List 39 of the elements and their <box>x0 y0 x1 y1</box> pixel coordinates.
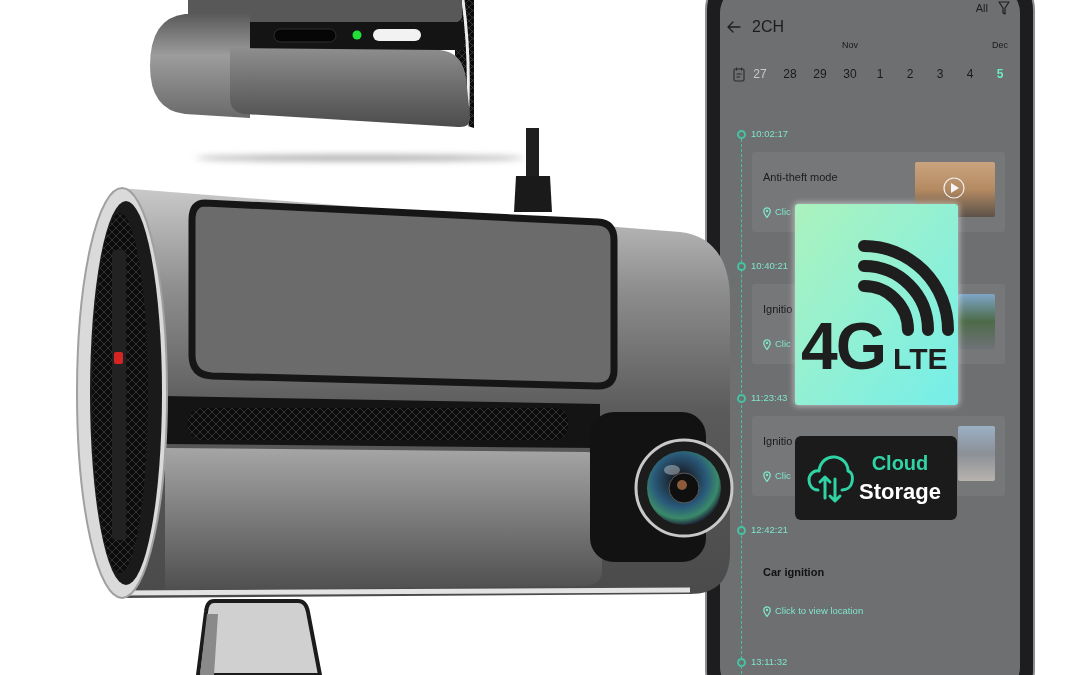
date-item[interactable]: 1 <box>875 68 885 80</box>
calendar-icon[interactable] <box>733 66 745 82</box>
date-item[interactable]: 30 <box>842 68 858 80</box>
thumbnail-placeholder[interactable] <box>958 294 995 349</box>
filter-icon[interactable] <box>998 1 1010 15</box>
location-link[interactable]: Click to view location <box>775 606 864 616</box>
location-link[interactable]: Clic <box>775 339 791 349</box>
filter-button[interactable]: All <box>975 1 1010 15</box>
date-item[interactable]: 4 <box>965 68 975 80</box>
date-item[interactable]: 29 <box>812 68 828 80</box>
location-link[interactable]: Clic <box>775 471 791 481</box>
event-time: 11:23:43 <box>751 393 788 403</box>
event-time: 10:02:17 <box>751 129 788 139</box>
event-time: 10:40:21 <box>751 261 788 271</box>
play-icon[interactable] <box>943 177 965 199</box>
event-time: 12:42:21 <box>751 525 788 535</box>
location-pin-icon <box>763 470 771 482</box>
date-item[interactable]: 2 <box>905 68 915 80</box>
badge-title: Cloud <box>871 451 929 475</box>
event-time: 13:11:32 <box>751 657 788 667</box>
month-label: Nov <box>842 40 858 50</box>
back-icon[interactable] <box>727 21 741 33</box>
badge-subtitle: LTE <box>893 344 948 374</box>
cloud-arrows-icon <box>807 452 854 504</box>
month-label: Dec <box>992 40 1008 50</box>
location-pin-icon <box>763 206 771 218</box>
page-title: 2CH <box>752 19 784 35</box>
event-title: Car ignition <box>763 565 826 579</box>
date-item[interactable]: 3 <box>935 68 945 80</box>
event-title: Ignitio <box>763 302 793 316</box>
thumbnail-placeholder[interactable] <box>958 426 995 481</box>
date-item[interactable]: 5 <box>995 68 1005 80</box>
location-link[interactable]: Clic <box>775 207 791 217</box>
event-title: Anti-theft mode <box>763 170 838 184</box>
date-item[interactable]: 28 <box>782 68 798 80</box>
location-pin-icon <box>763 605 771 617</box>
location-pin-icon <box>763 338 771 350</box>
event-title: Ignitio <box>763 434 793 448</box>
badge-title: 4G <box>801 313 886 379</box>
